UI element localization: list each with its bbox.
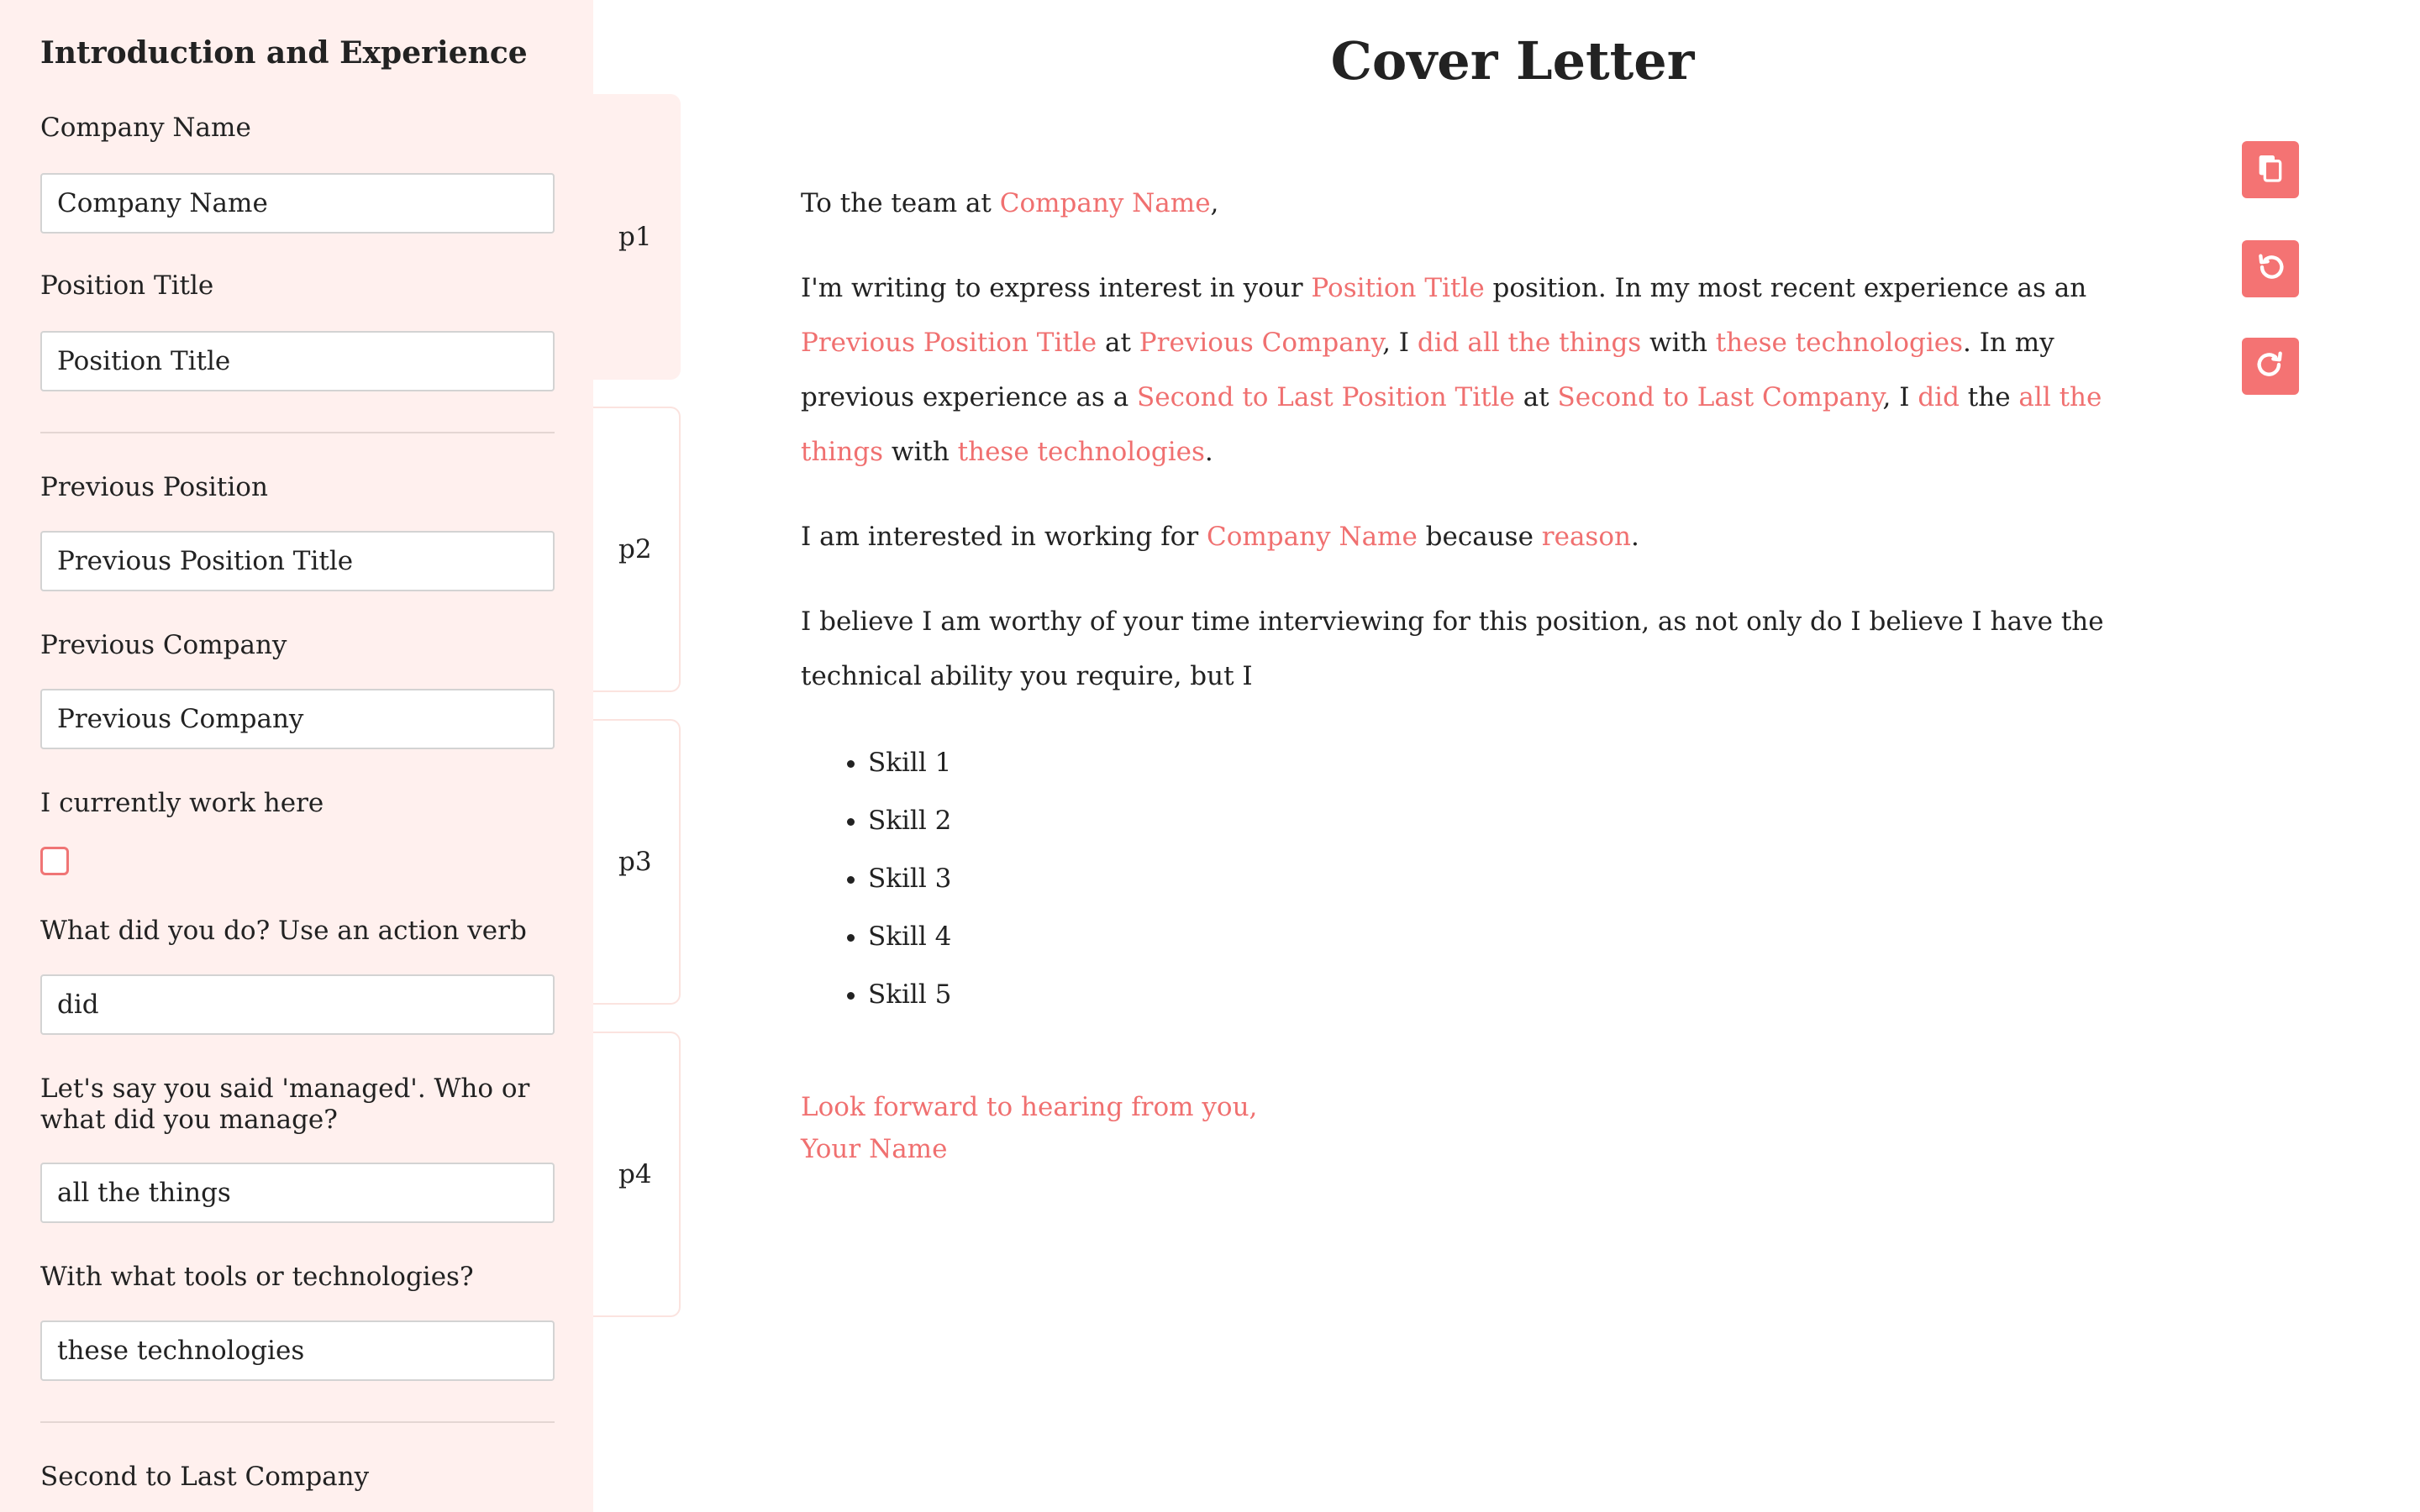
skills-list: Skill 1 Skill 2 Skill 3 Skill 4 Skill 5: [801, 734, 2162, 1024]
skill-item: Skill 4: [868, 908, 2162, 966]
letter-paragraph-worthy: I believe I am worthy of your time inter…: [801, 606, 2104, 691]
tools-label: With what tools or technologies?: [40, 1262, 474, 1292]
skill-item: Skill 3: [868, 850, 2162, 908]
letter-text: position. In my most recent experience a…: [1484, 273, 2087, 303]
letter-text: at: [1514, 382, 1558, 412]
second-position-token: Second to Last Position Title: [1137, 382, 1515, 412]
company-name-input[interactable]: [40, 173, 555, 234]
action-verb-input[interactable]: [40, 974, 555, 1035]
position-title-input[interactable]: [40, 331, 555, 391]
page-tab-p1[interactable]: p1: [593, 94, 681, 380]
redo-icon: [2254, 348, 2287, 385]
redo-button[interactable]: [2242, 338, 2299, 395]
currently-work-here-label: I currently work here: [40, 788, 324, 818]
page-tab-p4[interactable]: p4: [593, 1032, 681, 1317]
copy-icon: [2254, 151, 2287, 188]
letter-text: .: [1630, 522, 1639, 552]
action-token: did: [1918, 382, 1960, 412]
letter-paragraph-interest: I am interested in working for Company N…: [801, 510, 2162, 564]
letter-text: the: [1959, 382, 2019, 412]
company-name-token: Company Name: [1207, 522, 1418, 552]
previous-position-input[interactable]: [40, 531, 555, 591]
letter-signoff: Look forward to hearing from you, Your N…: [801, 1086, 2162, 1170]
previous-position-label: Previous Position: [40, 472, 268, 502]
previous-company-token: Previous Company: [1139, 328, 1383, 358]
page-tab-p3[interactable]: p3: [593, 719, 681, 1005]
reason-token: reason: [1541, 522, 1631, 552]
letter-text: at: [1097, 328, 1139, 358]
action-token: did all the things: [1417, 328, 1642, 358]
letter-text: with: [1641, 328, 1716, 358]
second-company-token: Second to Last Company: [1557, 382, 1883, 412]
letter-text: with: [883, 437, 958, 467]
letter-preview: To the team at Company Name, I'm writing…: [801, 176, 2162, 1170]
greeting-text: To the team at: [801, 188, 1000, 218]
position-title-token: Position Title: [1311, 273, 1485, 303]
company-name-label: Company Name: [40, 113, 251, 143]
company-name-token: Company Name: [999, 188, 1211, 218]
copy-button[interactable]: [2242, 141, 2299, 198]
letter-text: , I: [1382, 328, 1418, 358]
section-divider: [40, 1421, 555, 1423]
skill-item: Skill 2: [868, 792, 2162, 850]
tools-input[interactable]: [40, 1320, 555, 1381]
previous-company-label: Previous Company: [40, 630, 287, 660]
technologies-token: these technologies: [957, 437, 1205, 467]
section-heading: Introduction and Experience: [40, 35, 528, 71]
form-sidebar: Introduction and Experience Company Name…: [0, 0, 593, 1512]
letter-text: I am interested in working for: [801, 522, 1207, 552]
skill-item: Skill 5: [868, 966, 2162, 1024]
previous-position-token: Previous Position Title: [801, 328, 1097, 358]
letter-greeting: To the team at Company Name,: [801, 176, 2162, 231]
letter-title: Cover Letter: [1330, 30, 1695, 92]
section-divider: [40, 432, 555, 433]
letter-text: .: [1204, 437, 1213, 467]
skill-item: Skill 1: [868, 734, 2162, 792]
letter-text: because: [1417, 522, 1542, 552]
action-verb-label: What did you do? Use an action verb: [40, 916, 527, 946]
page-tab-p2[interactable]: p2: [593, 407, 681, 692]
position-title-label: Position Title: [40, 270, 214, 301]
undo-button[interactable]: [2242, 240, 2299, 297]
closing-line: Look forward to hearing from you,: [801, 1092, 1258, 1122]
signature-name: Your Name: [801, 1134, 948, 1164]
letter-text: I'm writing to express interest in your: [801, 273, 1312, 303]
undo-icon: [2254, 250, 2287, 287]
technologies-token: these technologies: [1715, 328, 1964, 358]
letter-paragraph-experience: I'm writing to express interest in your …: [801, 261, 2162, 480]
second-to-last-company-label: Second to Last Company: [40, 1462, 370, 1492]
letter-text: , I: [1882, 382, 1918, 412]
managed-what-input[interactable]: [40, 1163, 555, 1223]
currently-work-here-checkbox[interactable]: [40, 847, 69, 875]
managed-what-label: Let's say you said 'managed'. Who or wha…: [40, 1074, 530, 1135]
greeting-punctuation: ,: [1210, 188, 1219, 218]
previous-company-input[interactable]: [40, 689, 555, 749]
